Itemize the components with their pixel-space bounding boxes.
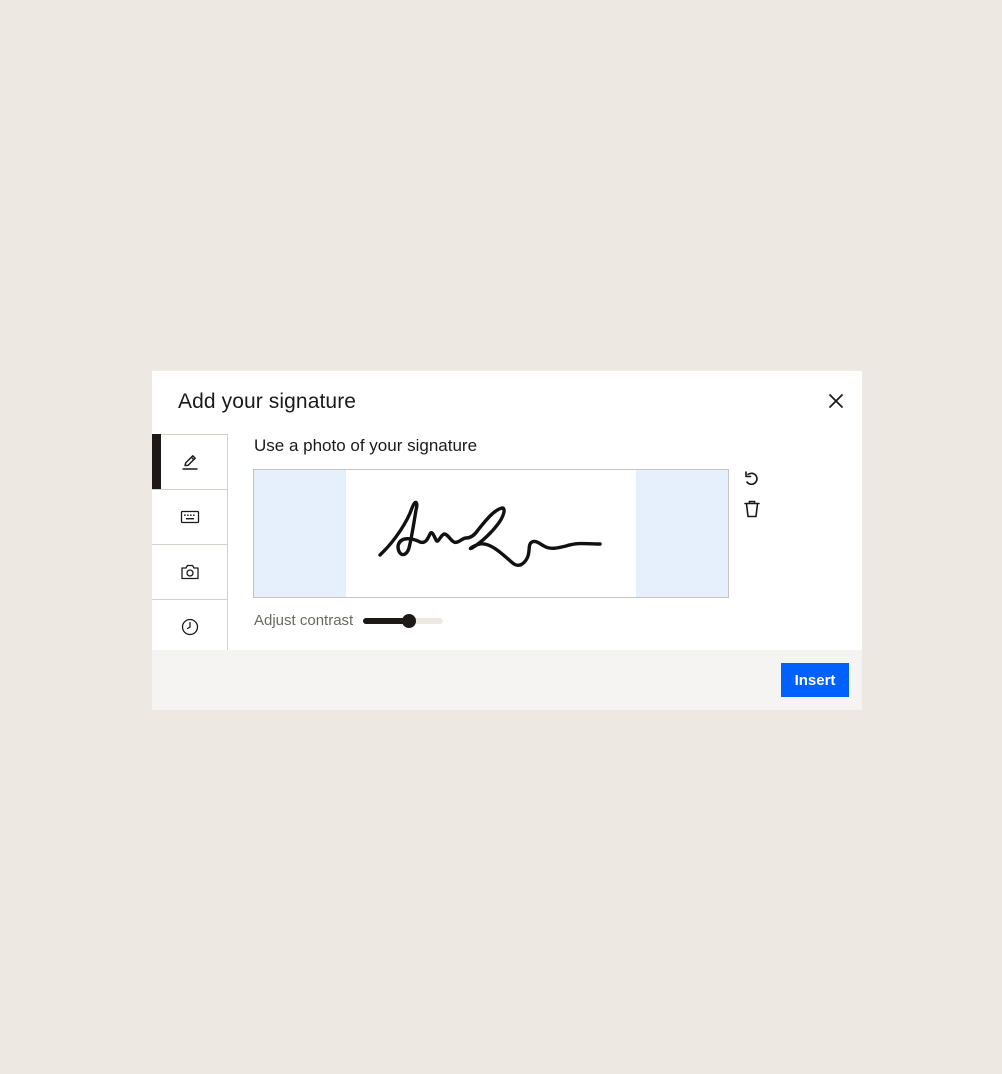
- signature-tools: [740, 467, 764, 527]
- tab-type[interactable]: [152, 489, 227, 544]
- close-button[interactable]: [822, 387, 850, 415]
- signature-crop-region[interactable]: [346, 470, 636, 597]
- dialog-footer: Insert: [152, 650, 862, 710]
- signature-photo-area[interactable]: [253, 469, 729, 598]
- delete-button[interactable]: [740, 497, 764, 521]
- close-icon: [829, 394, 843, 408]
- tab-draw[interactable]: [152, 434, 227, 490]
- clock-icon: [180, 617, 200, 637]
- keyboard-icon: [180, 509, 200, 525]
- signature-image: [378, 500, 602, 567]
- camera-icon: [180, 563, 200, 581]
- trash-icon: [744, 500, 760, 518]
- dialog-title: Add your signature: [178, 390, 357, 413]
- tab-photo[interactable]: [152, 544, 227, 599]
- contrast-slider[interactable]: [363, 614, 444, 628]
- slider-thumb[interactable]: [402, 614, 417, 628]
- tab-recent[interactable]: [152, 599, 227, 654]
- pen-draw-icon: [181, 453, 199, 471]
- signature-method-tabs: [152, 434, 228, 654]
- panel-title: Use a photo of your signature: [254, 436, 478, 455]
- signature-dialog: Add your signature Use a photo of your s…: [152, 371, 862, 710]
- contrast-control: Adjust contrast: [254, 611, 444, 631]
- contrast-label: Adjust contrast: [254, 612, 354, 629]
- undo-icon: [745, 471, 758, 486]
- undo-button[interactable]: [740, 467, 764, 491]
- insert-button[interactable]: Insert: [781, 663, 849, 697]
